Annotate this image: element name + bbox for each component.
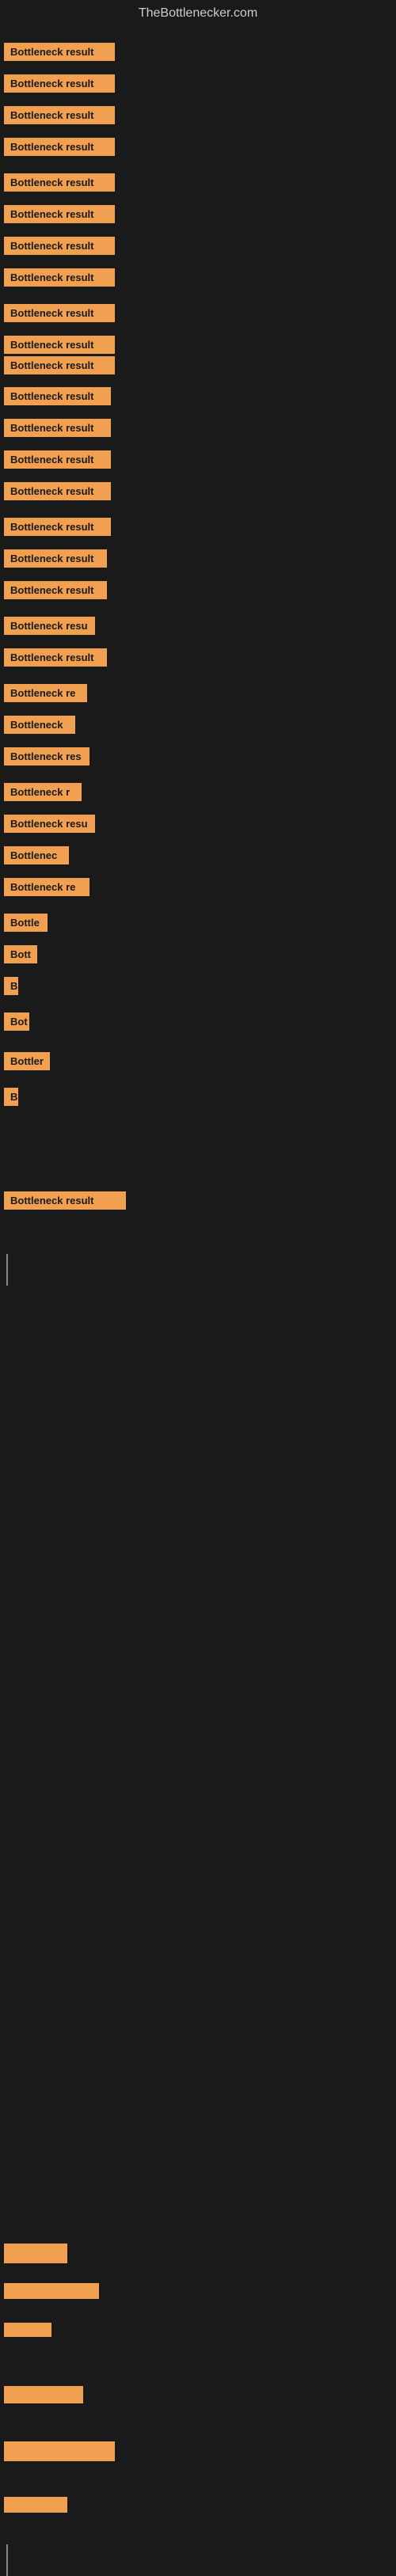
cursor-line [6, 1254, 8, 1286]
bottleneck-bar: Bottleneck re [4, 684, 87, 702]
bottleneck-bar: Bottleneck result [4, 173, 115, 192]
bar-row: Bottle [4, 914, 48, 936]
bottom-bar [4, 2497, 67, 2513]
bar-row: Bottleneck result [4, 549, 107, 572]
bar-row: Bottleneck result [4, 581, 107, 603]
bottleneck-bar: Bottleneck res [4, 747, 89, 766]
bottom-bar [4, 2323, 51, 2337]
bar-row: Bottleneck result [4, 237, 115, 259]
bars-container: Bottleneck result Bottleneck result Bottle… [0, 27, 396, 2560]
bar-row: Bottleneck resu [4, 617, 95, 639]
bar-row: Bottleneck result [4, 387, 111, 409]
bar-row: Bottleneck r [4, 783, 82, 805]
bar-row: Bottleneck result [4, 304, 115, 326]
bar-row: Bottleneck re [4, 878, 89, 900]
bar-row: Bottleneck result [4, 74, 115, 97]
bar-row: Bottleneck result [4, 450, 111, 473]
bottleneck-bar: Bottler [4, 1052, 50, 1070]
bottleneck-bar: B [4, 1088, 18, 1106]
bottleneck-bar: Bottle [4, 914, 48, 932]
bottom-bar [4, 2283, 99, 2299]
bottleneck-bar: Bottleneck result [4, 336, 115, 354]
bar-row: Bottleneck result [4, 419, 111, 441]
bottleneck-bar: Bottleneck result [4, 518, 111, 536]
bottleneck-bar: Bottleneck [4, 716, 75, 734]
bar-row: Bottleneck result [4, 518, 111, 540]
bottleneck-bar: Bottleneck r [4, 783, 82, 801]
bar-row: B [4, 1088, 18, 1110]
bar-row: Bottleneck re [4, 684, 87, 706]
bottleneck-bar: Bottleneck result [4, 43, 115, 61]
bottleneck-bar: B [4, 977, 18, 995]
bar-row: Bottler [4, 1052, 50, 1074]
bottleneck-bar: Bot [4, 1013, 29, 1031]
bottleneck-bar: Bottleneck result [4, 387, 111, 405]
bottleneck-bar: Bottleneck result [4, 419, 111, 437]
bottom-bar [4, 2386, 83, 2403]
bottleneck-bar: Bottleneck result [4, 205, 115, 223]
bar-row: Bottleneck result [4, 336, 115, 358]
bar-row: Bottleneck resu [4, 815, 95, 837]
bar-row: Bottleneck res [4, 747, 89, 769]
bottleneck-bar: Bottleneck result [4, 356, 115, 374]
bottom-bar [4, 2441, 115, 2461]
bar-row: Bottleneck result [4, 268, 115, 291]
bar-row: Bot [4, 1013, 29, 1035]
bottleneck-bar: Bott [4, 945, 37, 963]
bottleneck-bar: Bottleneck result [4, 648, 107, 667]
bottleneck-bar: Bottleneck re [4, 878, 89, 896]
bar-row: Bottleneck result [4, 482, 111, 504]
bar-row: Bottleneck result [4, 1191, 126, 1214]
bar-row: Bottleneck [4, 716, 75, 738]
bar-row: Bottleneck result [4, 356, 115, 378]
bottleneck-bar: Bottleneck result [4, 106, 115, 124]
bar-row: Bottleneck result [4, 138, 115, 160]
bottleneck-bar: Bottleneck result [4, 581, 107, 599]
bottleneck-bar: Bottleneck result [4, 237, 115, 255]
bottleneck-bar: Bottleneck result [4, 138, 115, 156]
site-title: TheBottlenecker.com [0, 0, 396, 27]
bar-row: Bottlenec [4, 846, 69, 868]
bar-row: Bott [4, 945, 37, 967]
bottleneck-bar: Bottleneck result [4, 482, 111, 500]
bottleneck-bar: Bottleneck result [4, 450, 111, 469]
bar-row: Bottleneck result [4, 106, 115, 128]
bottleneck-bar: Bottleneck resu [4, 617, 95, 635]
bar-row: Bottleneck result [4, 43, 115, 65]
cursor-line-bottom [6, 2544, 8, 2576]
bar-row: Bottleneck result [4, 648, 107, 671]
bottleneck-bar: Bottleneck result [4, 1191, 126, 1210]
bottleneck-bar: Bottlenec [4, 846, 69, 864]
bottleneck-bar: Bottleneck result [4, 549, 107, 568]
bar-row: Bottleneck result [4, 173, 115, 196]
bar-row: Bottleneck result [4, 205, 115, 227]
bottom-bar [4, 2244, 67, 2263]
bottleneck-bar: Bottleneck result [4, 74, 115, 93]
bottleneck-bar: Bottleneck resu [4, 815, 95, 833]
bottleneck-bar: Bottleneck result [4, 304, 115, 322]
bottleneck-bar: Bottleneck result [4, 268, 115, 287]
bar-row: B [4, 977, 18, 999]
